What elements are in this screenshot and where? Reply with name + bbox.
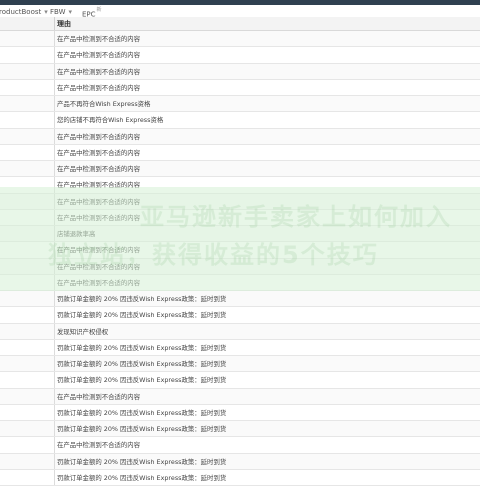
- reason-cell: 在产品中检测到不合适的内容: [57, 441, 141, 450]
- reason-cell: 在产品中检测到不合适的内容: [57, 392, 141, 401]
- reason-cell: 在产品中检测到不合适的内容: [57, 165, 141, 173]
- table-header-cell-left: [0, 17, 55, 30]
- table-cell-left: [0, 453, 55, 469]
- reason-cell: 在产品中检测到不合适的内容: [57, 246, 141, 255]
- reason-cell: 发现知识产权侵权: [57, 327, 109, 336]
- reason-cell: 罚款订单金额的 20% 因违反Wish Express政策：延时到货: [57, 311, 227, 320]
- reason-cell: 店铺退款率高: [57, 230, 96, 238]
- table-row[interactable]: 您的店铺不再符合Wish Express资格: [0, 112, 480, 129]
- table-row[interactable]: 罚款订单金额的 20% 因违反Wish Express政策：延时到货: [0, 372, 480, 389]
- reason-cell: 罚款订单金额的 20% 因违反Wish Express政策：延时到货: [57, 376, 227, 385]
- table-cell-left: [0, 339, 55, 355]
- table-row[interactable]: 在产品中检测到不合适的内容: [0, 193, 480, 210]
- table-cell-left: [0, 404, 55, 420]
- reason-cell: 产品不再符合Wish Express资格: [57, 100, 151, 108]
- table-row[interactable]: 在产品中检测到不合适的内容: [0, 128, 480, 145]
- table-row[interactable]: 罚款订单金额的 20% 因违反Wish Express政策：延时到货: [0, 291, 480, 308]
- table-row[interactable]: 发现知识产权侵权: [0, 323, 480, 340]
- reason-cell: 在产品中检测到不合适的内容: [57, 181, 141, 190]
- table-cell-left: [0, 258, 55, 274]
- reason-cell: 罚款订单金额的 20% 因违反Wish Express政策：延时到货: [57, 343, 227, 352]
- nav-item-label: roductBoost: [0, 8, 42, 16]
- reason-cell: 您的店铺不再符合Wish Express资格: [57, 116, 164, 125]
- table-row[interactable]: 罚款订单金额的 20% 因违反Wish Express政策：延时到货: [0, 339, 480, 356]
- table-header-row: 理由: [0, 17, 480, 31]
- chevron-down-icon: ▾: [68, 8, 73, 16]
- table-cell-left: [0, 469, 55, 485]
- table-row[interactable]: 店铺退款率高: [0, 226, 480, 243]
- reason-cell: 罚款订单金额的 20% 因违反Wish Express政策：延时到货: [57, 360, 227, 368]
- reason-cell: 罚款订单金额的 20% 因违反Wish Express政策：延时到货: [57, 473, 227, 482]
- column-header-reason: 理由: [57, 20, 71, 28]
- table-cell-left: [0, 209, 55, 225]
- table-row[interactable]: 罚款订单金额的 20% 因违反Wish Express政策：延时到货: [0, 404, 480, 421]
- table-row[interactable]: 在产品中检测到不合适的内容: [0, 242, 480, 259]
- reason-cell: 罚款订单金额的 20% 因违反Wish Express政策：延时到货: [57, 295, 227, 303]
- reason-cell: 罚款订单金额的 20% 因违反Wish Express政策：延时到货: [57, 457, 227, 466]
- reason-cell: 在产品中检测到不合适的内容: [57, 213, 141, 222]
- table-cell-left: [0, 177, 55, 193]
- table-cell-left: [0, 161, 55, 177]
- table-row[interactable]: 在产品中检测到不合适的内容: [0, 274, 480, 291]
- table-row[interactable]: 在产品中检测到不合适的内容: [0, 209, 480, 226]
- table-row[interactable]: 在产品中检测到不合适的内容: [0, 79, 480, 96]
- table-cell-left: [0, 31, 55, 47]
- reason-cell: 在产品中检测到不合适的内容: [57, 148, 141, 157]
- reason-cell: 在产品中检测到不合适的内容: [57, 83, 141, 92]
- chevron-down-icon: ▾: [44, 8, 48, 16]
- reason-cell: 在产品中检测到不合适的内容: [57, 278, 141, 287]
- table-row[interactable]: 罚款订单金额的 20% 因违反Wish Express政策：延时到货: [0, 469, 480, 486]
- table-cell-left: [0, 128, 55, 144]
- table-cell-left: [0, 421, 55, 437]
- table-row[interactable]: 在产品中检测到不合适的内容: [0, 144, 480, 161]
- table-cell-left: [0, 63, 55, 79]
- reason-cell: 在产品中检测到不合适的内容: [57, 262, 141, 271]
- reason-cell: 罚款订单金额的 20% 因违反Wish Express政策：延时到货: [57, 425, 227, 433]
- table-row[interactable]: 产品不再符合Wish Express资格: [0, 96, 480, 113]
- new-badge: 新: [96, 7, 102, 13]
- table-cell-left: [0, 323, 55, 339]
- table-cell-left: [0, 291, 55, 307]
- reason-cell: 在产品中检测到不合适的内容: [57, 197, 141, 206]
- table-cell-left: [0, 388, 55, 404]
- reason-cell: 在产品中检测到不合适的内容: [57, 67, 141, 76]
- table-row[interactable]: 在产品中检测到不合适的内容: [0, 388, 480, 405]
- table-cell-left: [0, 47, 55, 63]
- table-cell-left: [0, 79, 55, 95]
- table-cell-left: [0, 193, 55, 209]
- table-cell-left: [0, 372, 55, 388]
- table-row[interactable]: 在产品中检测到不合适的内容: [0, 437, 480, 454]
- reason-cell: 在产品中检测到不合适的内容: [57, 35, 141, 43]
- reason-cell: 罚款订单金额的 20% 因违反Wish Express政策：延时到货: [57, 408, 227, 417]
- table-cell-left: [0, 242, 55, 258]
- table-cell-left: [0, 96, 55, 112]
- table-row[interactable]: 罚款订单金额的 20% 因违反Wish Express政策：延时到货: [0, 453, 480, 470]
- table-cell-left: [0, 144, 55, 160]
- infractions-table: 理由 在产品中检测到不合适的内容 在产品中检测到不合适的内容 在产品中检测到不合适的…: [0, 17, 480, 486]
- table-row[interactable]: 罚款订单金额的 20% 因违反Wish Express政策：延时到货: [0, 356, 480, 373]
- table-row[interactable]: 在产品中检测到不合适的内容: [0, 31, 480, 48]
- table-row[interactable]: 在产品中检测到不合适的内容: [0, 63, 480, 80]
- table-row[interactable]: 在产品中检测到不合适的内容: [0, 177, 480, 194]
- table-row[interactable]: 在产品中检测到不合适的内容: [0, 47, 480, 64]
- table-cell-left: [0, 307, 55, 323]
- reason-cell: 在产品中检测到不合适的内容: [57, 132, 141, 141]
- table-cell-left: [0, 437, 55, 453]
- reason-cell: 在产品中检测到不合适的内容: [57, 51, 141, 60]
- table-row[interactable]: 在产品中检测到不合适的内容: [0, 258, 480, 275]
- table-cell-left: [0, 226, 55, 242]
- table-row[interactable]: 罚款订单金额的 20% 因违反Wish Express政策：延时到货: [0, 307, 480, 324]
- table-cell-left: [0, 112, 55, 128]
- table-cell-left: [0, 356, 55, 372]
- table-row[interactable]: 罚款订单金额的 20% 因违反Wish Express政策：延时到货: [0, 421, 480, 438]
- table-cell-left: [0, 274, 55, 290]
- nav-item-label: FBW: [50, 8, 66, 16]
- table-row[interactable]: 在产品中检测到不合适的内容: [0, 161, 480, 178]
